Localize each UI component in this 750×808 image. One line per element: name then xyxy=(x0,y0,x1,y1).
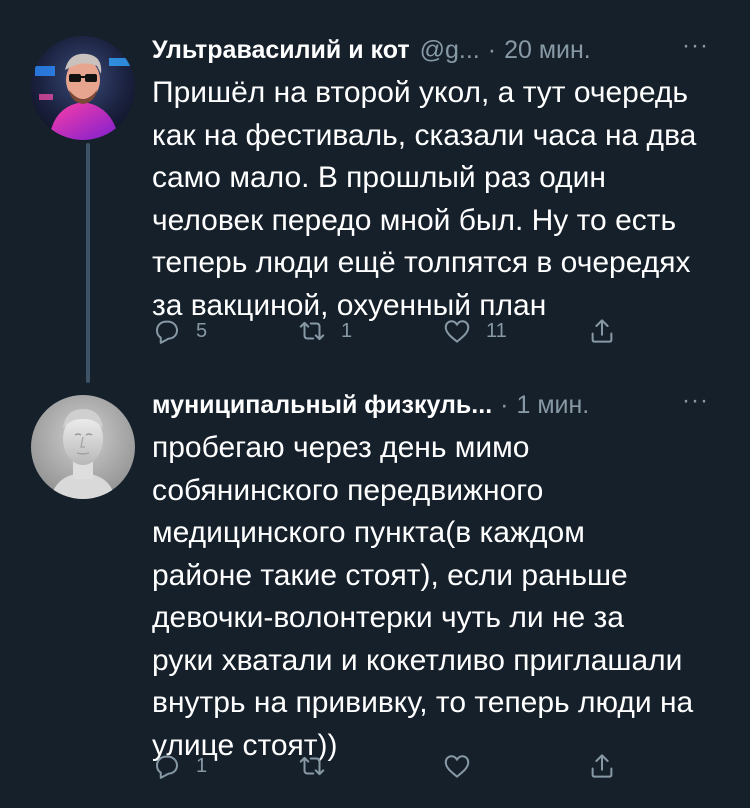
tweet-header: Ультравасилий и кот @g... · 20 мин. xyxy=(152,30,727,70)
separator: · xyxy=(487,36,497,64)
username[interactable]: @g... xyxy=(420,30,480,70)
separator: · xyxy=(500,391,509,419)
heart-icon xyxy=(444,320,470,343)
like-count: 11 xyxy=(486,319,507,342)
reply-icon xyxy=(156,755,178,779)
avatar[interactable] xyxy=(31,395,135,499)
retweet-count: 1 xyxy=(341,319,353,342)
tweet-text: Пришёл на второй укол, а тут очередь как… xyxy=(152,76,697,322)
retweet-icon xyxy=(299,321,325,341)
timestamp[interactable]: 20 мин. xyxy=(504,30,591,70)
like-button[interactable]: 11 xyxy=(442,316,587,346)
tweet-actions: 1 xyxy=(152,751,732,781)
heart-icon xyxy=(444,755,470,778)
tweet-actions: 5 1 11 xyxy=(152,316,732,346)
avatar[interactable] xyxy=(31,36,135,140)
retweet-icon xyxy=(299,756,325,776)
reply-count: 1 xyxy=(196,754,208,777)
reply-button[interactable]: 5 xyxy=(152,316,297,346)
display-name[interactable]: Ультравасилий и кот xyxy=(152,30,410,70)
reply-icon xyxy=(156,320,178,344)
tweet-content: Ультравасилий и кот @g... · 20 мин. ··· … xyxy=(152,30,727,327)
reply-button[interactable]: 1 xyxy=(152,751,297,781)
more-icon[interactable]: ··· xyxy=(682,387,709,415)
tweet-header: муниципальный физкуль... · 1 мин. xyxy=(152,385,727,425)
share-button[interactable] xyxy=(587,316,732,346)
retweet-button[interactable] xyxy=(297,751,442,781)
thread-connector xyxy=(86,143,90,383)
share-icon xyxy=(591,754,613,778)
timestamp[interactable]: 1 мин. xyxy=(516,385,589,425)
like-button[interactable] xyxy=(442,751,587,781)
display-name[interactable]: муниципальный физкуль... xyxy=(152,385,492,425)
tweet-text: пробегаю через день мимо собянинского пе… xyxy=(152,431,694,762)
more-icon[interactable]: ··· xyxy=(682,32,709,60)
reply-count: 5 xyxy=(196,319,208,342)
share-button[interactable] xyxy=(587,751,732,781)
share-icon xyxy=(591,319,613,343)
retweet-button[interactable]: 1 xyxy=(297,316,442,346)
tweet-content: муниципальный физкуль... · 1 мин. ··· пр… xyxy=(152,385,727,767)
